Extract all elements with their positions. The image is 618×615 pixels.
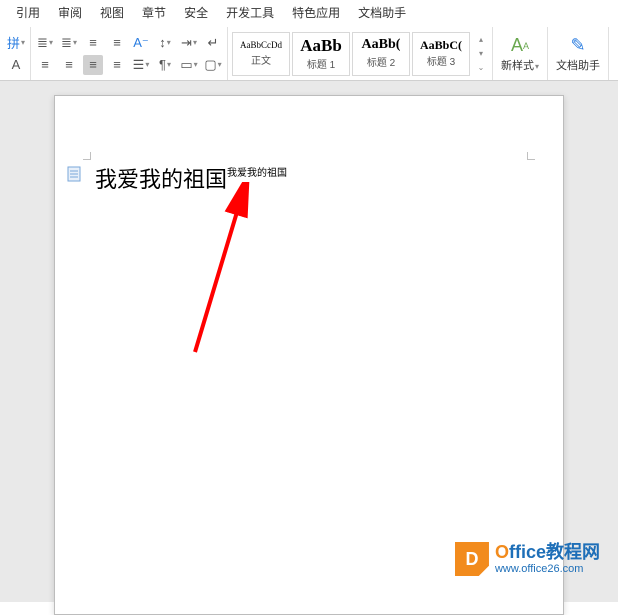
shading-icon[interactable]: ▭ xyxy=(179,55,199,75)
main-text: 我爱我的祖国 xyxy=(95,167,227,192)
new-style-button[interactable]: AA 新样式 xyxy=(493,27,548,80)
doc-assistant-label: 文档助手 xyxy=(556,57,600,73)
new-style-icon: AA xyxy=(511,35,529,57)
margin-mark-tr xyxy=(527,152,535,160)
show-marks-icon[interactable]: ↵ xyxy=(203,33,223,53)
align-center-icon[interactable]: ≡ xyxy=(59,55,79,75)
char-border-icon[interactable]: A xyxy=(6,55,26,75)
watermark-url: www.office26.com xyxy=(495,563,600,575)
styles-scroll: ▴ ▾ ⌄ xyxy=(474,33,488,75)
superscript-text: 我爱我的祖国 xyxy=(227,168,287,179)
bullets-icon[interactable]: ≣ xyxy=(35,33,55,53)
distribute-icon[interactable]: ☰ xyxy=(131,55,151,75)
align-right-icon[interactable]: ≡ xyxy=(83,55,103,75)
text-effects-icon[interactable]: A⁻ xyxy=(131,33,151,53)
styles-up-icon[interactable]: ▴ xyxy=(474,33,488,47)
watermark-text: Office教程网 www.office26.com xyxy=(495,543,600,575)
watermark-line1-rest: ffice教程网 xyxy=(509,542,600,562)
line-spacing-icon[interactable]: ↕ xyxy=(155,33,175,53)
borders-icon[interactable]: ▢ xyxy=(203,55,223,75)
phonetic-group: 拼 A xyxy=(2,27,31,80)
menu-review[interactable]: 审阅 xyxy=(58,4,82,21)
doc-assistant-button[interactable]: ✎ 文档助手 xyxy=(548,27,609,80)
menu-bar: 引用 审阅 视图 章节 安全 开发工具 特色应用 文档助手 xyxy=(0,0,618,25)
style-heading2[interactable]: AaBb( 标题 2 xyxy=(352,32,410,76)
phonetic-guide-icon[interactable]: 拼 xyxy=(6,33,26,53)
numbering-icon[interactable]: ≣ xyxy=(59,33,79,53)
annotation-arrow xyxy=(185,182,275,362)
menu-references[interactable]: 引用 xyxy=(16,4,40,21)
menu-chapter[interactable]: 章节 xyxy=(142,4,166,21)
page-icon xyxy=(67,166,81,182)
menu-features[interactable]: 特色应用 xyxy=(292,4,340,21)
paragraph-settings-icon[interactable]: ¶ xyxy=(155,55,175,75)
align-left-icon[interactable]: ≡ xyxy=(35,55,55,75)
styles-more-icon[interactable]: ⌄ xyxy=(474,61,488,75)
menu-security[interactable]: 安全 xyxy=(184,4,208,21)
align-justify-icon[interactable]: ≡ xyxy=(107,55,127,75)
document-text-line[interactable]: 我爱我的祖国我爱我的祖国 xyxy=(95,162,287,194)
new-style-label: 新样式 xyxy=(501,57,539,73)
margin-mark-tl xyxy=(83,152,91,160)
doc-assistant-icon: ✎ xyxy=(570,35,585,57)
styles-gallery: AaBbCcDd 正文 AaBb 标题 1 AaBb( 标题 2 AaBbC( … xyxy=(228,27,493,80)
watermark: D Office教程网 www.office26.com xyxy=(455,542,600,576)
document-workspace: 我爱我的祖国我爱我的祖国 D Office教程网 www.office26.co… xyxy=(0,81,618,602)
style-normal[interactable]: AaBbCcDd 正文 xyxy=(232,32,290,76)
watermark-badge: D xyxy=(455,542,489,576)
watermark-line1-first: O xyxy=(495,542,509,562)
document-page[interactable]: 我爱我的祖国我爱我的祖国 xyxy=(54,95,564,615)
decrease-indent-icon[interactable]: ≡ xyxy=(83,33,103,53)
increase-indent-icon[interactable]: ≡ xyxy=(107,33,127,53)
style-heading3[interactable]: AaBbC( 标题 3 xyxy=(412,32,470,76)
paragraph-group: ≣ ≣ ≡ ≡ A⁻ ↕ ⇥ ↵ ≡ ≡ ≡ ≡ ☰ ¶ ▭ ▢ xyxy=(31,27,228,80)
ribbon-toolbar: 拼 A ≣ ≣ ≡ ≡ A⁻ ↕ ⇥ ↵ ≡ ≡ ≡ ≡ ☰ ¶ ▭ ▢ A xyxy=(0,25,618,81)
tab-settings-icon[interactable]: ⇥ xyxy=(179,33,199,53)
styles-down-icon[interactable]: ▾ xyxy=(474,47,488,61)
menu-view[interactable]: 视图 xyxy=(100,4,124,21)
menu-assistant[interactable]: 文档助手 xyxy=(358,4,406,21)
style-heading1[interactable]: AaBb 标题 1 xyxy=(292,32,350,76)
menu-devtools[interactable]: 开发工具 xyxy=(226,4,274,21)
